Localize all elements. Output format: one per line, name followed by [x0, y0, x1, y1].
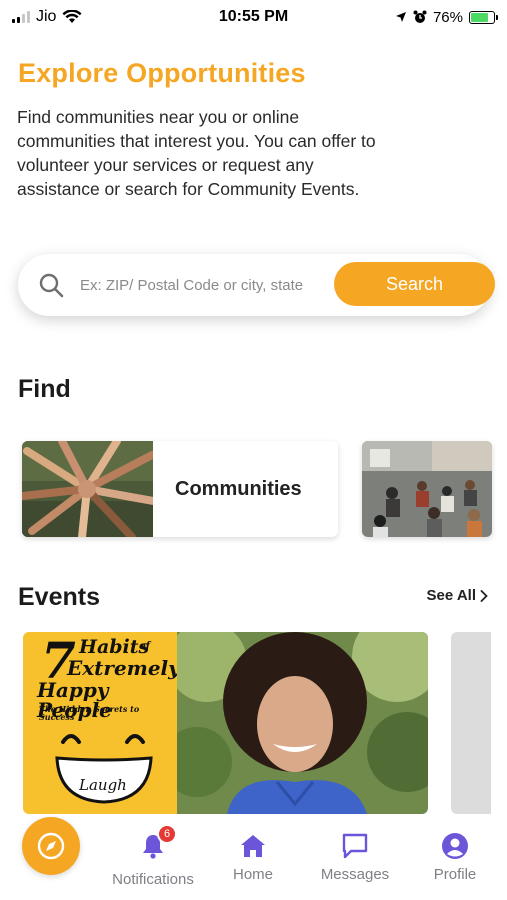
nav-messages-label: Messages	[320, 866, 390, 883]
communities-image	[22, 441, 153, 537]
poster-line2: of	[139, 641, 150, 652]
status-right: 76%	[395, 8, 498, 26]
search-button[interactable]: Search	[334, 262, 495, 306]
alarm-icon	[413, 10, 427, 23]
page-subtitle: Find communities near you or online comm…	[17, 107, 376, 199]
find-card-next[interactable]	[362, 441, 492, 537]
nav-notifications-label: Notifications	[112, 871, 194, 888]
signal-icon	[12, 11, 30, 23]
explore-button[interactable]	[22, 817, 80, 875]
nav-profile[interactable]: Profile	[405, 832, 505, 883]
meeting-image	[362, 441, 492, 537]
location-arrow-icon	[395, 12, 406, 22]
search-bar: Search	[18, 254, 495, 316]
battery-fill	[471, 12, 488, 22]
message-icon	[342, 833, 368, 859]
wifi-icon	[62, 10, 82, 23]
battery-percent: 76%	[432, 8, 463, 26]
poster-tagline: The Hidden Secrets to Success	[39, 704, 140, 722]
communities-card[interactable]: Communities	[22, 441, 338, 537]
poster-line3: Extremely	[67, 656, 180, 680]
event-photo-image	[162, 632, 428, 814]
chevron-right-icon	[480, 589, 488, 602]
event-card-next[interactable]	[451, 632, 491, 814]
see-all-link[interactable]: See All	[427, 587, 488, 604]
status-left: Jio	[12, 8, 82, 26]
page-title: Explore Opportunities	[18, 58, 306, 88]
find-section-title: Find	[18, 375, 71, 403]
profile-icon	[442, 833, 468, 859]
event-photo	[162, 632, 428, 814]
home-icon	[241, 835, 265, 857]
carrier-name: Jio	[36, 8, 57, 25]
search-icon	[39, 273, 64, 298]
status-bar: Jio 10:55 PM 76%	[0, 0, 507, 34]
nav-home-label: Home	[232, 866, 273, 883]
nav-home[interactable]: Home	[203, 832, 303, 883]
smiley-icon	[55, 734, 153, 804]
battery-icon	[469, 10, 498, 24]
event-poster: 7 Habits of Extremely Happy People The H…	[23, 632, 180, 814]
nav-notifications[interactable]: 6 Notifications	[103, 824, 203, 888]
events-section-title: Events	[18, 583, 100, 611]
see-all-label: See All	[426, 587, 476, 604]
poster-bottom-word: Laugh	[79, 776, 127, 794]
compass-icon	[37, 832, 65, 860]
notification-badge: 6	[157, 824, 177, 844]
search-input[interactable]	[80, 269, 336, 301]
communities-label: Communities	[175, 477, 302, 500]
event-card[interactable]: 7 Habits of Extremely Happy People The H…	[23, 632, 428, 814]
nav-profile-label: Profile	[433, 866, 477, 883]
nav-messages[interactable]: Messages	[305, 832, 405, 883]
